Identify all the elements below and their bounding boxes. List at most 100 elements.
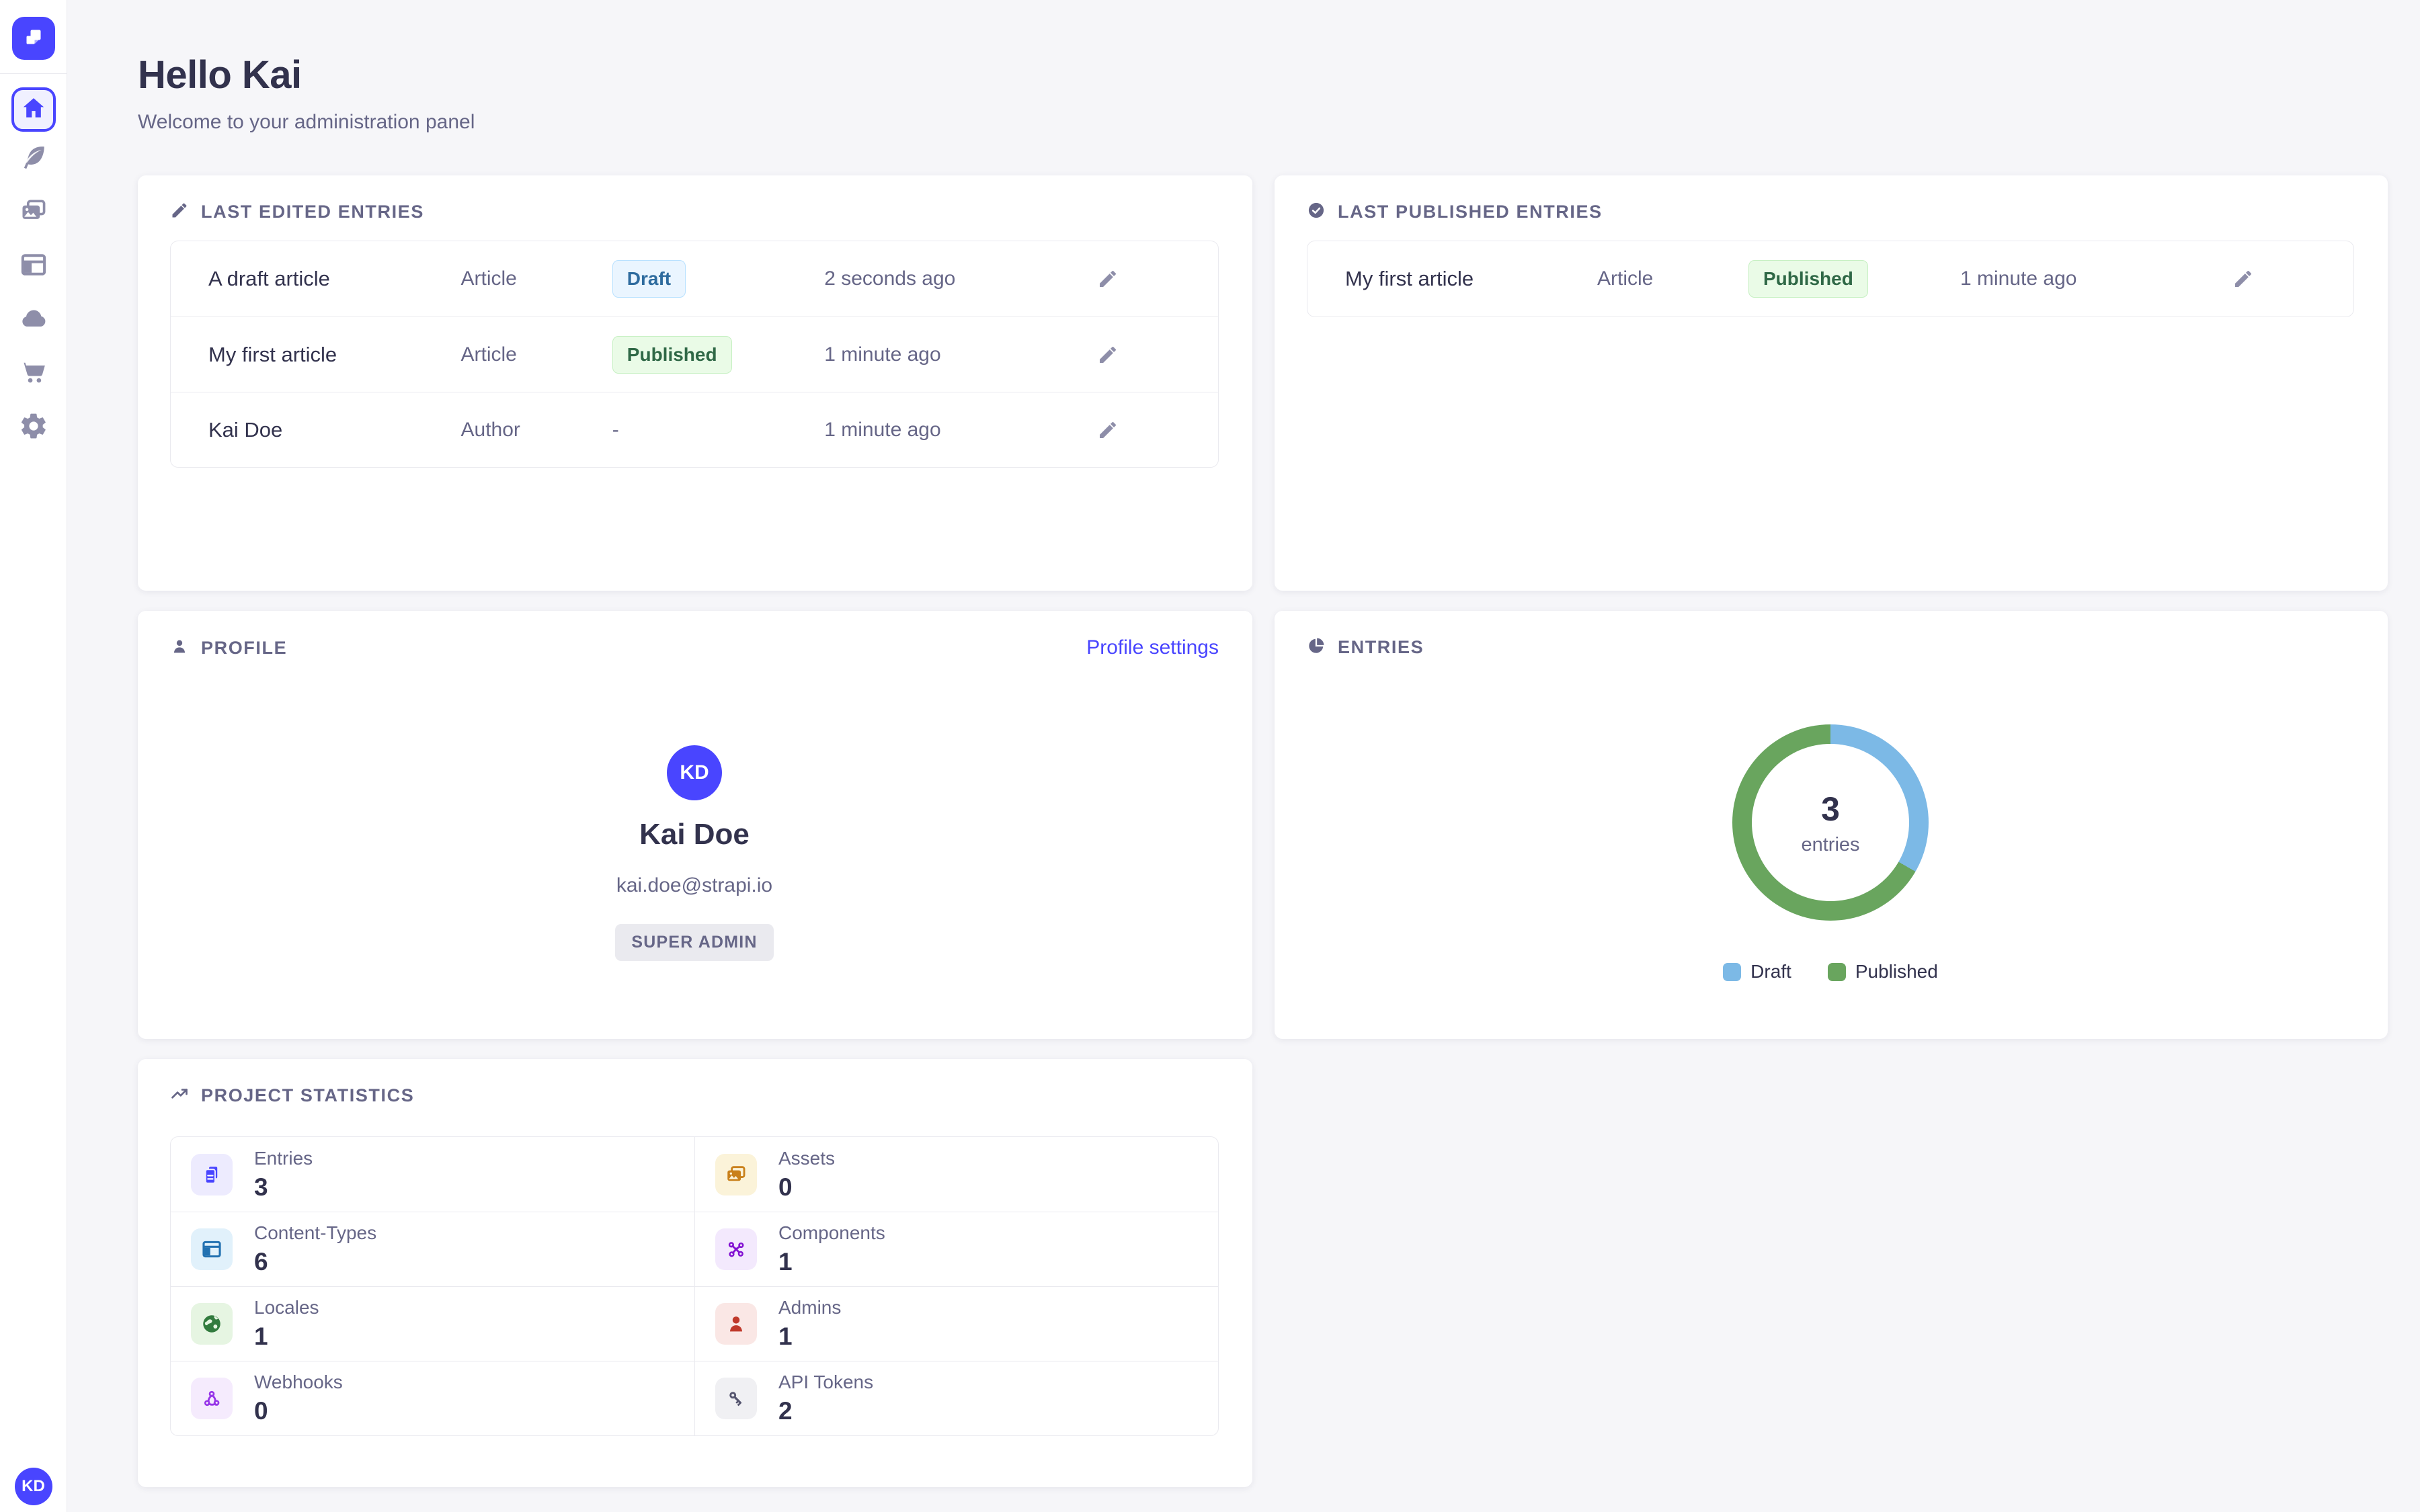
sidebar-item-content-type-builder[interactable] bbox=[0, 239, 67, 293]
entry-type: Author bbox=[461, 419, 612, 442]
stat-value: 2 bbox=[778, 1397, 873, 1425]
avatar: KD bbox=[667, 745, 722, 800]
stat-label: Content-Types bbox=[254, 1222, 376, 1244]
stat-value: 3 bbox=[254, 1173, 313, 1202]
legend-label: Published bbox=[1855, 961, 1938, 982]
page-title: Hello Kai bbox=[138, 52, 2388, 97]
stat-label: Admins bbox=[778, 1297, 841, 1318]
stat-label: Locales bbox=[254, 1297, 319, 1318]
section-title: LAST EDITED ENTRIES bbox=[201, 202, 424, 222]
layout-icon bbox=[19, 250, 48, 283]
empty-region bbox=[1275, 1059, 2388, 1487]
entry-name: Kai Doe bbox=[208, 418, 461, 442]
entry-name: My first article bbox=[208, 343, 461, 367]
table-row[interactable]: Kai Doe Author - 1 minute ago bbox=[171, 392, 1218, 467]
stat-components: Components 1 bbox=[694, 1212, 1218, 1286]
profile-name: Kai Doe bbox=[639, 818, 750, 851]
last-published-entries-card: LAST PUBLISHED ENTRIES My first article … bbox=[1275, 175, 2388, 591]
entry-name: A draft article bbox=[208, 267, 461, 291]
profile-settings-link[interactable]: Profile settings bbox=[1086, 636, 1219, 659]
donut-center-value: 3 bbox=[1821, 790, 1840, 829]
donut-center-label: entries bbox=[1801, 834, 1859, 856]
edit-entry-button[interactable] bbox=[2232, 268, 2353, 290]
table-row[interactable]: My first article Article Published 1 min… bbox=[171, 317, 1218, 392]
section-title: LAST PUBLISHED ENTRIES bbox=[1338, 202, 1603, 222]
edit-entry-button[interactable] bbox=[1097, 344, 1218, 366]
sidebar: KD bbox=[0, 0, 67, 1512]
strapi-logo-icon bbox=[22, 25, 46, 52]
cart-icon bbox=[19, 358, 48, 390]
stat-label: Webhooks bbox=[254, 1372, 343, 1393]
stat-label: API Tokens bbox=[778, 1372, 873, 1393]
sidebar-divider bbox=[0, 73, 67, 74]
stat-value: 0 bbox=[778, 1173, 835, 1202]
network-icon bbox=[715, 1228, 757, 1270]
layout-icon bbox=[191, 1228, 233, 1270]
legend-item-published: Published bbox=[1828, 961, 1938, 982]
sidebar-item-home[interactable] bbox=[11, 87, 56, 132]
status-cell: Published bbox=[612, 336, 824, 374]
globe-icon bbox=[191, 1303, 233, 1345]
entries-donut-chart: 3 entries bbox=[1732, 724, 1929, 921]
entry-time: 1 minute ago bbox=[1960, 267, 2232, 290]
stat-locales: Locales 1 bbox=[171, 1286, 694, 1361]
role-badge: SUPER ADMIN bbox=[615, 924, 773, 961]
cloud-icon bbox=[19, 304, 48, 337]
entries-chart-card: ENTRIES 3 entries Draft Publis bbox=[1275, 611, 2388, 1039]
status-empty: - bbox=[612, 419, 619, 441]
stat-admins: Admins 1 bbox=[694, 1286, 1218, 1361]
home-icon bbox=[20, 95, 47, 125]
documents-icon bbox=[191, 1154, 233, 1195]
status-badge: Published bbox=[1748, 260, 1868, 298]
status-badge: Published bbox=[612, 336, 732, 374]
edit-entry-button[interactable] bbox=[1097, 268, 1218, 290]
sidebar-user-avatar[interactable]: KD bbox=[15, 1468, 52, 1505]
draft-swatch bbox=[1723, 963, 1741, 981]
stat-entries: Entries 3 bbox=[171, 1137, 694, 1212]
strapi-logo[interactable] bbox=[12, 17, 55, 60]
entry-type: Article bbox=[461, 343, 612, 366]
stats-grid: Entries 3 Assets bbox=[170, 1136, 1219, 1436]
edit-entry-button[interactable] bbox=[1097, 419, 1218, 441]
stat-assets: Assets 0 bbox=[694, 1137, 1218, 1212]
stat-value: 1 bbox=[778, 1248, 885, 1276]
entry-time: 1 minute ago bbox=[824, 343, 1097, 366]
stat-api-tokens: API Tokens 2 bbox=[694, 1361, 1218, 1435]
check-circle-icon bbox=[1307, 201, 1326, 223]
sidebar-item-settings[interactable] bbox=[0, 401, 67, 454]
last-edited-table: A draft article Article Draft 2 seconds … bbox=[170, 241, 1219, 468]
stat-label: Assets bbox=[778, 1148, 835, 1169]
stat-content-types: Content-Types 6 bbox=[171, 1212, 694, 1286]
entry-type: Article bbox=[1597, 267, 1748, 290]
stat-value: 6 bbox=[254, 1248, 376, 1276]
legend-item-draft: Draft bbox=[1723, 961, 1791, 982]
status-cell: - bbox=[612, 419, 824, 442]
person-icon bbox=[170, 637, 189, 659]
profile-email: kai.doe@strapi.io bbox=[616, 874, 772, 897]
pie-chart-icon bbox=[1307, 636, 1326, 659]
sidebar-item-content-manager[interactable] bbox=[0, 132, 67, 185]
entry-name: My first article bbox=[1345, 267, 1597, 291]
table-row[interactable]: A draft article Article Draft 2 seconds … bbox=[171, 241, 1218, 317]
legend-label: Draft bbox=[1750, 961, 1791, 982]
stat-webhooks: Webhooks 0 bbox=[171, 1361, 694, 1435]
section-title: ENTRIES bbox=[1338, 637, 1424, 658]
sidebar-item-marketplace[interactable] bbox=[0, 347, 67, 401]
project-statistics-card: PROJECT STATISTICS Entries 3 bbox=[138, 1059, 1252, 1487]
key-icon bbox=[715, 1378, 757, 1419]
last-edited-entries-card: LAST EDITED ENTRIES A draft article Arti… bbox=[138, 175, 1252, 591]
section-title: PROJECT STATISTICS bbox=[201, 1085, 414, 1106]
images-icon bbox=[19, 196, 48, 229]
stat-value: 0 bbox=[254, 1397, 343, 1425]
sidebar-item-media-library[interactable] bbox=[0, 185, 67, 239]
published-swatch bbox=[1828, 963, 1846, 981]
status-cell: Draft bbox=[612, 260, 824, 298]
admin-user-icon bbox=[715, 1303, 757, 1345]
webhook-icon bbox=[191, 1378, 233, 1419]
table-row[interactable]: My first article Article Published 1 min… bbox=[1307, 241, 2353, 317]
status-cell: Published bbox=[1748, 260, 1960, 298]
chart-legend: Draft Published bbox=[1723, 961, 1938, 982]
stat-value: 1 bbox=[778, 1322, 841, 1351]
sidebar-item-deploy[interactable] bbox=[0, 293, 67, 347]
gear-icon bbox=[19, 411, 48, 444]
